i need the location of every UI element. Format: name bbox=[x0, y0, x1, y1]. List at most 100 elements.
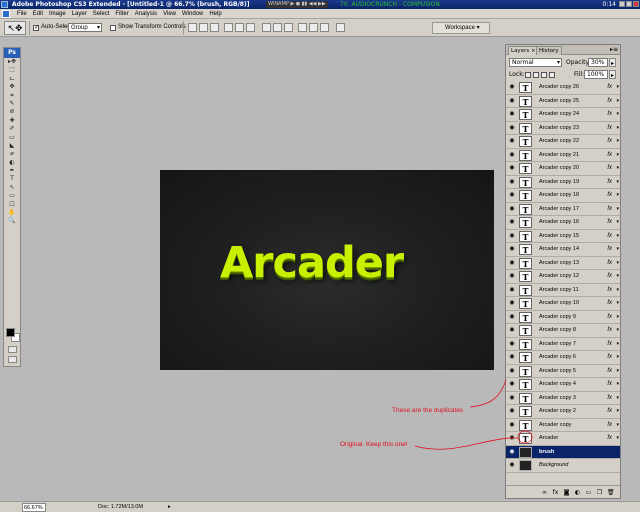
layer-name[interactable]: Arcader copy 6 bbox=[539, 351, 576, 364]
expand-effects-icon[interactable]: ▾ bbox=[616, 149, 619, 162]
layer-name[interactable]: Arcader copy 9 bbox=[539, 311, 576, 324]
layer-name[interactable]: Arcader copy bbox=[539, 419, 571, 432]
marquee-tool-icon[interactable]: ⬚ bbox=[4, 66, 20, 74]
expand-effects-icon[interactable]: ▾ bbox=[616, 81, 619, 94]
visibility-eye-icon[interactable]: ◉ bbox=[508, 341, 516, 348]
distribute-bottom-icon[interactable] bbox=[284, 23, 293, 32]
layer-effects-icon[interactable]: fx bbox=[607, 81, 612, 94]
menu-select[interactable]: Select bbox=[90, 9, 113, 19]
expand-effects-icon[interactable]: ▾ bbox=[616, 243, 619, 256]
expand-effects-icon[interactable]: ▾ bbox=[616, 108, 619, 121]
expand-effects-icon[interactable]: ▾ bbox=[616, 378, 619, 391]
lock-all-icon[interactable] bbox=[549, 72, 555, 78]
layer-row[interactable]: ◉ T Arcader copy 9 fx ▾ bbox=[506, 310, 620, 324]
layer-effects-icon[interactable]: fx bbox=[607, 95, 612, 108]
winamp-bar[interactable]: WINAMP ▶ ◼ ▮▮ ◀◀ ▶▶ bbox=[266, 1, 328, 8]
move-tool-icon[interactable]: ▸✥ bbox=[4, 58, 20, 66]
expand-effects-icon[interactable]: ▾ bbox=[616, 324, 619, 337]
visibility-eye-icon[interactable]: ◉ bbox=[508, 125, 516, 132]
eraser-tool-icon[interactable]: ▭ bbox=[4, 134, 20, 142]
layer-row[interactable]: ◉ T Arcader copy 4 fx ▾ bbox=[506, 378, 620, 392]
layer-name[interactable]: Arcader copy 3 bbox=[539, 392, 576, 405]
layer-effects-icon[interactable]: fx bbox=[607, 176, 612, 189]
screen-mode-icon[interactable] bbox=[8, 356, 17, 363]
layer-name[interactable]: Arcader copy 17 bbox=[539, 203, 579, 216]
expand-effects-icon[interactable]: ▾ bbox=[616, 419, 619, 432]
layer-effects-icon[interactable]: fx bbox=[607, 162, 612, 175]
eyedropper-tool-icon[interactable]: ✎ bbox=[4, 100, 20, 108]
gradient-tool-icon[interactable]: ◣ bbox=[4, 142, 20, 150]
align-vcenter-icon[interactable] bbox=[199, 23, 208, 32]
layer-effects-icon[interactable]: fx bbox=[607, 297, 612, 310]
align-bottom-icon[interactable] bbox=[210, 23, 219, 32]
fill-slider-arrow-icon[interactable]: ▸ bbox=[609, 70, 616, 79]
crop-tool-icon[interactable]: ⌗ bbox=[4, 92, 20, 100]
layer-row[interactable]: ◉ T Arcader copy 21 fx ▾ bbox=[506, 148, 620, 162]
expand-effects-icon[interactable]: ▾ bbox=[616, 135, 619, 148]
text-layer-thumbnail[interactable]: T bbox=[519, 109, 532, 120]
panel-menu-icon[interactable]: ▸≡ bbox=[610, 46, 618, 53]
expand-effects-icon[interactable]: ▾ bbox=[616, 216, 619, 229]
layer-effects-icon[interactable]: fx bbox=[607, 365, 612, 378]
menu-filter[interactable]: Filter bbox=[112, 9, 131, 19]
pen-tool-icon[interactable]: ✒ bbox=[4, 167, 20, 175]
document-canvas[interactable]: Arcader bbox=[160, 170, 494, 370]
layer-row[interactable]: ◉ T Arcader copy 20 fx ▾ bbox=[506, 162, 620, 176]
layer-row[interactable]: ◉ T Arcader copy 16 fx ▾ bbox=[506, 216, 620, 230]
layer-row[interactable]: ◉ T Arcader copy fx ▾ bbox=[506, 418, 620, 432]
text-layer-thumbnail[interactable]: T bbox=[519, 433, 532, 444]
menu-image[interactable]: Image bbox=[46, 9, 69, 19]
layer-effects-icon[interactable]: fx bbox=[607, 432, 612, 445]
visibility-eye-icon[interactable]: ◉ bbox=[508, 273, 516, 280]
link-layers-icon[interactable]: ∞ bbox=[541, 489, 548, 496]
layer-row[interactable]: ◉ T Arcader copy 17 fx ▾ bbox=[506, 202, 620, 216]
text-layer-thumbnail[interactable]: T bbox=[519, 190, 532, 201]
layer-effects-icon[interactable]: fx bbox=[607, 203, 612, 216]
visibility-eye-icon[interactable]: ◉ bbox=[508, 246, 516, 253]
layer-row[interactable]: ◉ T Arcader copy 3 fx ▾ bbox=[506, 391, 620, 405]
layer-effects-icon[interactable]: fx bbox=[607, 216, 612, 229]
layer-effects-icon[interactable]: fx bbox=[607, 122, 612, 135]
text-layer-thumbnail[interactable]: T bbox=[519, 325, 532, 336]
layer-name[interactable]: Arcader copy 21 bbox=[539, 149, 579, 162]
visibility-eye-icon[interactable]: ◉ bbox=[508, 98, 516, 105]
layer-name[interactable]: Arcader copy 19 bbox=[539, 176, 579, 189]
notes-tool-icon[interactable]: ☐ bbox=[4, 201, 20, 209]
layer-row[interactable]: ◉ T Arcader copy 18 fx ▾ bbox=[506, 189, 620, 203]
text-layer-thumbnail[interactable]: T bbox=[519, 338, 532, 350]
visibility-eye-icon[interactable]: ◉ bbox=[508, 219, 516, 226]
expand-effects-icon[interactable]: ▾ bbox=[616, 432, 619, 445]
lock-image-icon[interactable] bbox=[533, 72, 539, 78]
show-transform-checkbox[interactable] bbox=[110, 25, 116, 31]
distribute-left-icon[interactable] bbox=[298, 23, 307, 32]
blend-mode-dropdown[interactable]: Normal bbox=[509, 58, 562, 67]
visibility-eye-icon[interactable]: ◉ bbox=[508, 368, 516, 375]
layer-effects-icon[interactable]: fx bbox=[607, 270, 612, 283]
brush-tool-icon[interactable]: ✐ bbox=[4, 125, 20, 133]
text-layer-thumbnail[interactable]: T bbox=[519, 230, 532, 242]
expand-effects-icon[interactable]: ▾ bbox=[616, 257, 619, 270]
layer-name[interactable]: Arcader copy 16 bbox=[539, 216, 579, 229]
layer-name[interactable]: Arcader copy 2 bbox=[539, 405, 576, 418]
layer-name[interactable]: Arcader copy 14 bbox=[539, 243, 579, 256]
layer-effects-icon[interactable]: fx bbox=[607, 189, 612, 202]
expand-effects-icon[interactable]: ▾ bbox=[616, 284, 619, 297]
lock-transparent-icon[interactable] bbox=[525, 72, 531, 78]
layer-name[interactable]: Arcader copy 24 bbox=[539, 108, 579, 121]
layer-name[interactable]: Arcader copy 4 bbox=[539, 378, 576, 391]
adjustment-layer-icon[interactable]: ◐ bbox=[574, 489, 581, 496]
layer-effects-icon[interactable]: fx bbox=[607, 378, 612, 391]
visibility-eye-icon[interactable]: ◉ bbox=[508, 287, 516, 294]
visibility-eye-icon[interactable]: ◉ bbox=[508, 179, 516, 186]
move-tool-preset-picker[interactable]: ↖✥ bbox=[4, 21, 26, 35]
visibility-eye-icon[interactable]: ◉ bbox=[508, 435, 516, 442]
opacity-field[interactable]: 30% bbox=[588, 58, 608, 67]
layer-name[interactable]: Arcader copy 20 bbox=[539, 162, 579, 175]
expand-effects-icon[interactable]: ▾ bbox=[616, 351, 619, 364]
fill-field[interactable]: 100% bbox=[584, 70, 608, 79]
add-style-icon[interactable]: fx bbox=[552, 489, 559, 496]
align-top-icon[interactable] bbox=[188, 23, 197, 32]
menu-help[interactable]: Help bbox=[206, 9, 224, 19]
layer-effects-icon[interactable]: fx bbox=[607, 338, 612, 351]
maximize-button[interactable] bbox=[626, 1, 632, 7]
